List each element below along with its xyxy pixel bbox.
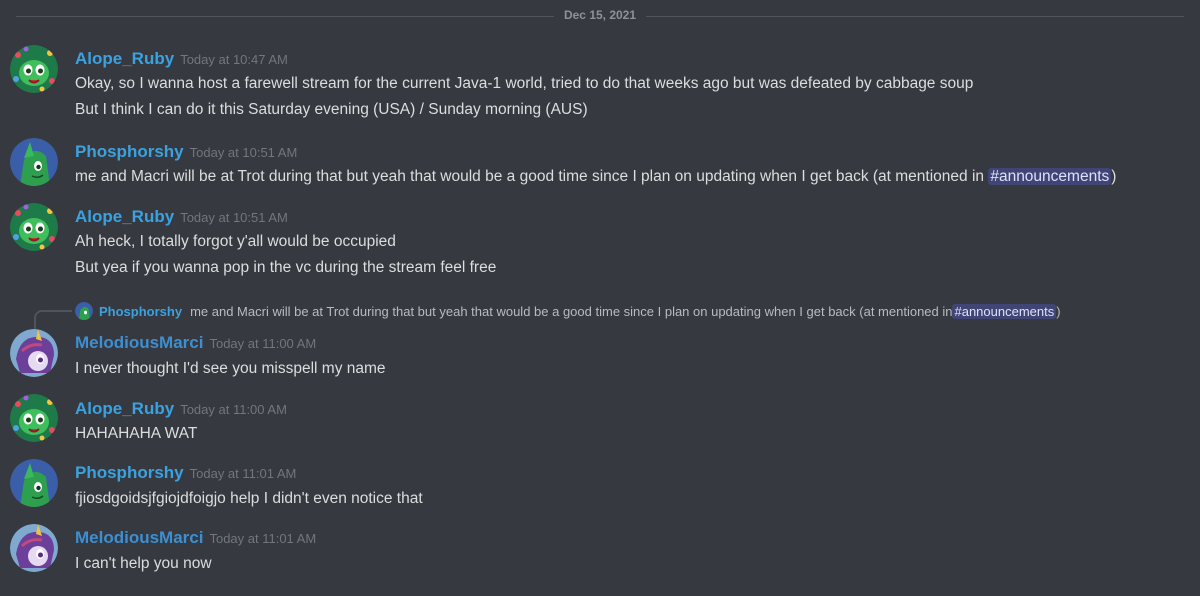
green-pony-blue-bg-avatar-icon [10,138,58,186]
message-header: Phosphorshy Today at 11:01 AM [75,463,296,483]
date-divider-label: Dec 15, 2021 [553,8,647,22]
message-text: me and Macri will be at Trot during that… [75,168,1116,186]
avatar-alope-ruby[interactable] [10,203,58,251]
message-text: I can't help you now [75,555,212,572]
timestamp: Today at 11:00 AM [180,402,287,417]
timestamp: Today at 11:00 AM [209,336,317,351]
green-pony-avatar-icon [10,203,58,251]
avatar-melodious-marci[interactable] [10,329,58,377]
username[interactable]: Phosphorshy [75,142,184,161]
chat-messages: Dec 15, 2021 Alope_Ruby Today at 10:47 AM… [0,0,1200,596]
timestamp: Today at 10:47 AM [180,52,288,67]
reply-avatar [75,302,93,320]
avatar-phosphorshy[interactable] [10,459,58,507]
message-text: Ah heck, I totally forgot y'all would be… [75,233,396,250]
message-text-before: me and Macri will be at Trot during that… [75,168,989,185]
reply-text-before: me and Macri will be at Trot during that… [190,303,953,319]
message-header: Phosphorshy Today at 10:51 AM [75,142,297,162]
channel-mention[interactable]: #announcements [988,168,1112,185]
message-text-after: ) [1111,168,1117,185]
reply-username[interactable]: Phosphorshy [99,304,182,319]
message-text: I never thought I'd see you misspell my … [75,360,386,377]
green-pony-blue-bg-avatar-icon [10,459,58,507]
purple-pony-avatar-icon [10,329,58,377]
green-pony-avatar-icon [10,394,58,442]
username[interactable]: Phosphorshy [75,463,184,482]
message-text: fjiosdgoidsjfgiojdfoigjo help I didn't e… [75,490,423,507]
avatar-alope-ruby[interactable] [10,45,58,93]
message-text: Okay, so I wanna host a farewell stream … [75,75,974,92]
username[interactable]: MelodiousMarci [75,333,203,352]
reply-spine [34,310,72,330]
avatar-phosphorshy[interactable] [10,138,58,186]
reply-text-after: ) [1056,303,1061,319]
username[interactable]: Alope_Ruby [75,207,174,226]
message-text: HAHAHAHA WAT [75,425,198,442]
message-header: Alope_Ruby Today at 11:00 AM [75,399,287,419]
purple-pony-avatar-icon [10,524,58,572]
message-text: But I think I can do it this Saturday ev… [75,101,588,118]
timestamp: Today at 10:51 AM [189,145,298,160]
green-pony-avatar-icon [10,45,58,93]
green-pony-blue-bg-avatar-icon [75,302,93,320]
channel-mention[interactable]: #announcements [952,303,1057,319]
message-header: Alope_Ruby Today at 10:47 AM [75,49,288,69]
message-text: But yea if you wanna pop in the vc durin… [75,259,497,276]
avatar-alope-ruby[interactable] [10,394,58,442]
timestamp: Today at 11:01 AM [209,531,317,546]
timestamp: Today at 11:01 AM [189,466,297,481]
avatar-melodious-marci[interactable] [10,524,58,572]
message-header: Alope_Ruby Today at 10:51 AM [75,207,288,227]
username[interactable]: Alope_Ruby [75,399,174,418]
message-header: MelodiousMarci Today at 11:00 AM [75,333,316,353]
reply-preview[interactable]: Phosphorshy me and Macri will be at Trot… [75,302,1061,320]
username[interactable]: Alope_Ruby [75,49,174,68]
username[interactable]: MelodiousMarci [75,528,203,547]
timestamp: Today at 10:51 AM [180,210,288,225]
message-header: MelodiousMarci Today at 11:01 AM [75,528,316,548]
